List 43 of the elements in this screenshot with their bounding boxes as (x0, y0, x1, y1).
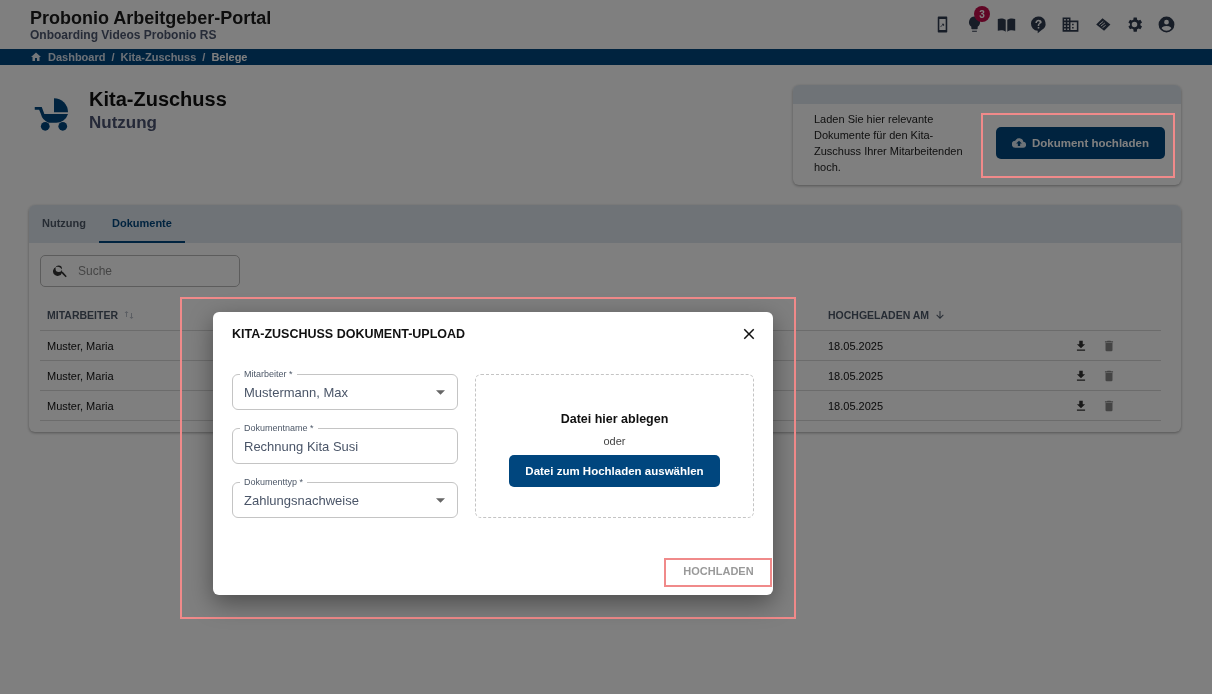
download-icon[interactable] (1074, 398, 1088, 413)
account-icon[interactable] (1157, 15, 1176, 34)
column-header[interactable]: MITARBEITER (47, 309, 118, 321)
column-header[interactable]: HOCHGELADEN AM (828, 309, 930, 321)
home-icon (30, 51, 42, 63)
help-icon[interactable] (1029, 15, 1048, 34)
download-icon[interactable] (1074, 368, 1088, 383)
tab[interactable]: Nutzung (29, 205, 99, 243)
cloud-upload-icon (1012, 136, 1026, 150)
info-text: Laden Sie hier relevante Dokumente für den Kita-Zuschuss Ihrer Mitarbeitenden hoch. (814, 112, 964, 175)
table-cell: 18.05.2025 (828, 369, 884, 382)
breadcrumb-link[interactable]: Belege (211, 51, 248, 63)
dropzone[interactable]: Datei hier ablegen oder Datei zum Hochladen auswählen (475, 374, 754, 518)
breadcrumb-link[interactable]: Kita-Zuschuss (120, 51, 197, 63)
caret-icon (436, 390, 445, 395)
notification-badge: 3 (974, 6, 990, 22)
trash-icon[interactable] (1102, 368, 1116, 383)
table-cell: Muster, Maria (47, 369, 114, 382)
caret-icon (436, 498, 445, 503)
settings-icon[interactable] (1125, 15, 1144, 34)
dialog-title: KITA-ZUSCHUSS DOKUMENT-UPLOAD (232, 327, 466, 341)
page-subtitle: Nutzung (89, 113, 158, 133)
table-cell: 18.05.2025 (828, 339, 884, 352)
building-icon[interactable] (1061, 15, 1080, 34)
dropzone-title: Datei hier ablegen (560, 411, 669, 426)
app-subtitle: Onboarding Videos Probonio RS (30, 27, 217, 42)
table-cell: 18.05.2025 (828, 399, 884, 412)
choose-file-button[interactable]: Datei zum Hochladen auswählen (509, 454, 720, 487)
tab[interactable]: Dokumente (99, 205, 185, 243)
table-cell: Muster, Maria (47, 339, 114, 352)
breadcrumb-separator: / (202, 51, 206, 63)
trash-icon[interactable] (1102, 398, 1116, 413)
trash-icon[interactable] (1102, 338, 1116, 353)
breadcrumb-separator: / (111, 51, 115, 63)
table-cell: Muster, Maria (47, 399, 114, 412)
search-field[interactable]: Suche (40, 255, 240, 287)
upload-document-button[interactable]: Dokument hochladen (996, 127, 1165, 159)
app-title: Probonio Arbeitgeber-Portal (30, 7, 272, 28)
download-icon[interactable] (1074, 338, 1088, 353)
book-icon[interactable] (997, 15, 1016, 34)
page-title: Kita-Zuschuss (89, 88, 227, 111)
dropzone-or: oder (603, 434, 626, 447)
breadcrumb-link[interactable]: Dashboard (48, 51, 106, 63)
